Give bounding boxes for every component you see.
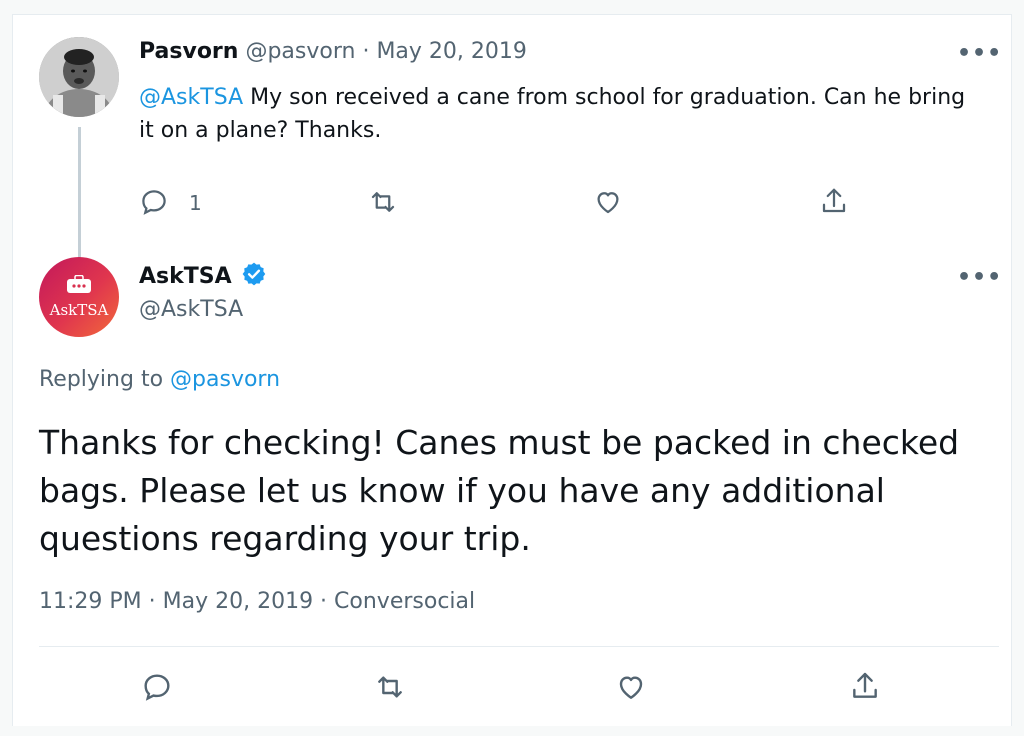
share-icon — [853, 672, 877, 698]
reply-tweet-text: Thanks for checking! Canes must be packe… — [39, 419, 999, 563]
author-handle[interactable]: @pasvorn — [245, 39, 355, 64]
share-icon — [822, 188, 846, 213]
thread-connector-line — [78, 127, 81, 261]
mention-link[interactable]: @AskTSA — [139, 85, 243, 110]
verified-badge-icon — [242, 262, 266, 286]
pasvorn-avatar[interactable] — [39, 37, 119, 117]
avatar-label: AskTSA — [49, 301, 109, 319]
retweet-icon — [378, 676, 402, 698]
like-icon — [597, 192, 619, 214]
tweet-text-line-2: it on a plane? Thanks. — [139, 118, 382, 143]
tweet-thread-card: Pasvorn @pasvorn · May 20, 2019 ••• @Ask… — [12, 14, 1012, 726]
reply-timestamp[interactable]: 11:29 PM · May 20, 2019 · Conversocial — [39, 589, 475, 614]
chat-bubble-icon — [67, 275, 91, 293]
reply-tweet-like-button[interactable] — [615, 671, 647, 703]
original-tweet-header: Pasvorn @pasvorn · May 20, 2019 — [139, 39, 527, 64]
replying-to-label: Replying to — [39, 367, 164, 392]
reply-text-line-1: Thanks for checking! Canes must be packe… — [39, 423, 960, 462]
reply-author-name[interactable]: AskTSA — [139, 264, 232, 289]
tweet-text-line-1: My son received a cane from school for g… — [243, 85, 966, 110]
reply-text-line-2: bags. Please let us know if you have any… — [39, 471, 885, 510]
replying-to-line: Replying to @pasvorn — [39, 367, 280, 392]
reply-more-options-button[interactable]: ••• — [957, 265, 1002, 290]
replying-to-handle[interactable]: @pasvorn — [170, 367, 280, 392]
more-options-button[interactable]: ••• — [957, 41, 1002, 66]
original-tweet-text: @AskTSA My son received a cane from scho… — [139, 81, 999, 147]
retweet-icon — [371, 192, 395, 212]
reply-icon — [142, 190, 166, 215]
reply-tweet-reply-button[interactable] — [141, 671, 173, 703]
asktsa-avatar[interactable]: AskTSA — [39, 257, 119, 337]
reply-count: 1 — [189, 191, 202, 215]
reply-tweet-share-button[interactable] — [849, 669, 881, 703]
header-separator: · — [362, 39, 370, 64]
reply-author-handle[interactable]: @AskTSA — [139, 297, 243, 322]
more-icon: ••• — [957, 41, 1003, 66]
action-bar-divider — [39, 646, 999, 647]
reply-text-line-3: questions regarding your trip. — [39, 519, 531, 558]
retweet-button[interactable] — [367, 187, 399, 217]
reply-button[interactable] — [139, 187, 169, 217]
like-icon — [619, 676, 643, 699]
more-icon: ••• — [957, 265, 1003, 290]
reply-tweet-retweet-button[interactable] — [373, 671, 407, 703]
author-name[interactable]: Pasvorn — [139, 39, 238, 64]
reply-icon — [144, 674, 170, 701]
like-button[interactable] — [593, 187, 623, 217]
tweet-date[interactable]: May 20, 2019 — [376, 39, 526, 64]
share-button[interactable] — [819, 185, 849, 217]
reply-author-row: AskTSA — [139, 261, 267, 289]
avatar-photo — [39, 37, 119, 117]
